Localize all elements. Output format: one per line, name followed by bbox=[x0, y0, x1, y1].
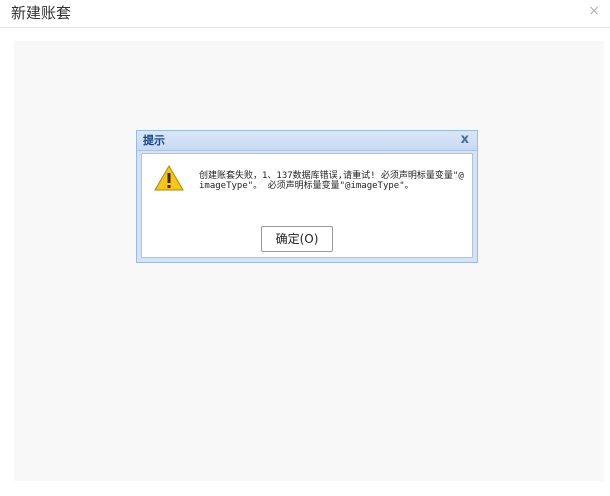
alert-dialog: 提示 x 创建账套失败，1、137数据库错误,请重试! 必须声明标量变量"@im… bbox=[136, 130, 478, 263]
window-close-icon[interactable]: × bbox=[588, 2, 600, 20]
ok-button[interactable]: 确定(O) bbox=[261, 226, 333, 252]
new-account-set-window: 新建账套 × 提示 x 创建账套失败，1、137数据库错误,请重试! 必须声明标… bbox=[0, 0, 610, 496]
warning-icon bbox=[154, 165, 184, 191]
dialog-body: 创建账套失败，1、137数据库错误,请重试! 必须声明标量变量"@imageTy… bbox=[141, 153, 473, 258]
window-header: 新建账套 × bbox=[0, 0, 610, 28]
dialog-header: 提示 x bbox=[137, 131, 477, 151]
dialog-message: 创建账套失败，1、137数据库错误,请重试! 必须声明标量变量"@imageTy… bbox=[199, 171, 464, 191]
window-title: 新建账套 bbox=[11, 4, 72, 22]
dialog-close-icon[interactable]: x bbox=[461, 132, 469, 148]
dialog-title: 提示 bbox=[143, 134, 165, 147]
